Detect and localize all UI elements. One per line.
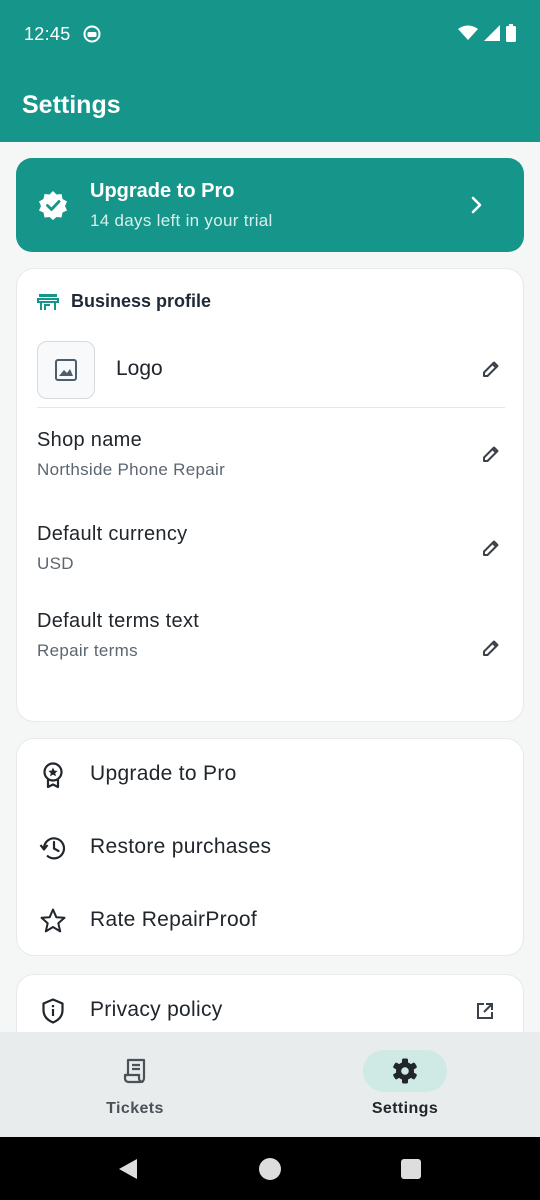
- action-label: Restore purchases: [90, 835, 272, 858]
- default-terms-value: Repair terms: [37, 641, 138, 660]
- section-title: Business profile: [71, 291, 212, 311]
- battery-icon: [506, 24, 516, 42]
- nav-pill: [93, 1050, 177, 1092]
- image-icon: [55, 359, 77, 381]
- edit-terms-icon[interactable]: [481, 638, 501, 658]
- upgrade-banner[interactable]: Upgrade to Pro 14 days left in your tria…: [16, 158, 524, 252]
- upgrade-subtitle: 14 days left in your trial: [90, 211, 273, 230]
- recents-icon[interactable]: [400, 1158, 422, 1180]
- status-icons: [458, 24, 516, 42]
- shop-name-label: Shop name: [37, 429, 142, 451]
- shop-name-value: Northside Phone Repair: [37, 460, 226, 479]
- default-currency-label: Default currency: [37, 523, 188, 545]
- nav-label: Tickets: [106, 1100, 164, 1117]
- status-time: 12:45: [24, 24, 71, 44]
- logo-label: Logo: [116, 357, 163, 380]
- edit-logo-icon[interactable]: [481, 359, 501, 379]
- nav-pill-active: [363, 1050, 447, 1092]
- settings-content[interactable]: Upgrade to Pro 14 days left in your tria…: [0, 142, 540, 1032]
- links-card: Privacy policy: [16, 974, 524, 1032]
- open-external-icon: [477, 1003, 493, 1019]
- wifi-icon: [458, 25, 478, 40]
- bottom-navigation: Tickets Settings: [0, 1032, 540, 1137]
- edit-currency-icon[interactable]: [481, 538, 501, 558]
- rate-app-row[interactable]: Rate RepairProof: [17, 885, 525, 957]
- receipt-icon: [123, 1058, 146, 1084]
- actions-card: Upgrade to Pro Restore purchases Rate Re…: [16, 738, 524, 956]
- back-icon[interactable]: [117, 1157, 139, 1181]
- action-label: Privacy policy: [90, 998, 223, 1021]
- nav-tickets[interactable]: Tickets: [0, 1032, 270, 1137]
- app-notification-icon: [83, 25, 101, 43]
- nav-settings[interactable]: Settings: [270, 1032, 540, 1137]
- upgrade-to-pro-row[interactable]: Upgrade to Pro: [17, 739, 525, 811]
- divider: [37, 407, 505, 408]
- restore-purchases-row[interactable]: Restore purchases: [17, 812, 525, 884]
- default-currency-value: USD: [37, 554, 74, 573]
- nav-label: Settings: [371, 1100, 439, 1117]
- system-navigation-bar: [0, 1137, 540, 1200]
- logo-thumbnail[interactable]: [37, 341, 95, 399]
- signal-icon: [484, 25, 500, 41]
- default-terms-label: Default terms text: [37, 610, 200, 632]
- history-icon: [39, 837, 66, 860]
- star-icon: [40, 908, 66, 933]
- chevron-right-icon: [471, 196, 482, 214]
- gear-icon: [393, 1058, 417, 1084]
- edit-shop-name-icon[interactable]: [481, 444, 501, 464]
- app-bar: Settings: [0, 68, 540, 142]
- upgrade-title: Upgrade to Pro: [90, 180, 235, 202]
- home-icon[interactable]: [258, 1157, 282, 1181]
- status-bar: 12:45: [0, 0, 540, 68]
- action-label: Upgrade to Pro: [90, 762, 237, 785]
- award-icon: [43, 762, 63, 789]
- storefront-icon: [37, 293, 59, 310]
- section-header: Business profile: [37, 291, 211, 312]
- action-label: Rate RepairProof: [90, 908, 258, 931]
- privacy-policy-row[interactable]: Privacy policy: [17, 975, 525, 1032]
- business-profile-card: Business profile Logo Shop name Northsid…: [16, 268, 524, 722]
- verified-badge-icon: [39, 191, 67, 220]
- shield-info-icon: [42, 998, 64, 1024]
- page-title: Settings: [22, 91, 121, 119]
